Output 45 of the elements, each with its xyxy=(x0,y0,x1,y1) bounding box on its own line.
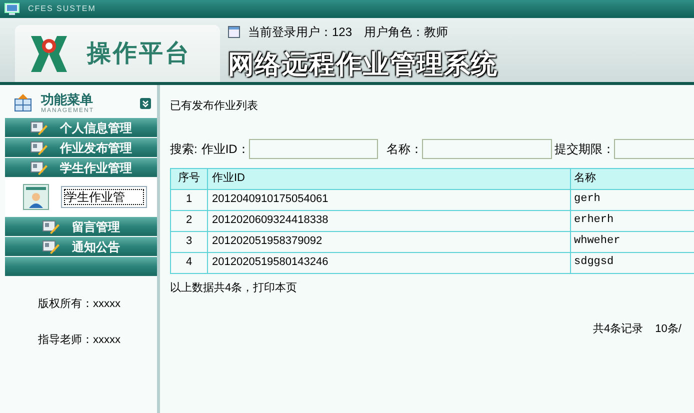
footer-text: 指导老师：xxxxx xyxy=(38,332,122,348)
search-label: 搜索: xyxy=(170,140,198,158)
menu-item[interactable]: 作业发布管理 xyxy=(5,138,157,157)
column-header: 序号 xyxy=(170,168,208,189)
footer-text: 版权所有：xxxxx xyxy=(38,297,122,312)
note-pencil-icon xyxy=(30,160,48,174)
table-cell: 2012020519580143246 xyxy=(208,252,570,273)
collapse-icon[interactable] xyxy=(140,98,151,108)
submenu-item[interactable]: 学生作业管 xyxy=(61,186,147,208)
note-pencil-icon xyxy=(30,140,48,154)
platform-title: 操作平台 xyxy=(87,38,191,68)
system-name: CFES SUSTEM xyxy=(28,3,96,15)
menu-item[interactable]: 学生作业管理 xyxy=(5,158,157,177)
note-pencil-icon xyxy=(30,120,48,134)
note-pencil-icon xyxy=(42,220,60,234)
column-header: 作业ID xyxy=(208,168,570,189)
window-icon xyxy=(228,26,240,38)
menu-title: 功能菜单 xyxy=(41,92,94,106)
current-user: 当前登录用户：123 xyxy=(248,24,352,41)
table-cell: 3 xyxy=(170,231,208,252)
table-cell: 2012040910175054061 xyxy=(208,189,570,210)
list-heading: 已有发布作业列表 xyxy=(170,99,258,114)
pager-text: 10条/ xyxy=(655,322,682,337)
menu-item[interactable]: 留言管理 xyxy=(5,217,157,236)
table-cell: 4 xyxy=(170,252,208,273)
table-cell: 1 xyxy=(170,189,208,210)
field-label: 名称： xyxy=(386,140,422,158)
field-label: 作业ID： xyxy=(201,140,250,158)
table-cell: 201202051958379092 xyxy=(208,231,570,252)
summary-text: 以上数据共4条，打印本页 xyxy=(170,280,298,296)
column-header: 名称 xyxy=(570,168,694,189)
menu-icon xyxy=(13,93,33,113)
menu-item[interactable]: 通知公告 xyxy=(5,237,157,256)
user-role: 用户角色：教师 xyxy=(364,24,448,41)
system-title: 网络远程作业管理系统 xyxy=(228,51,498,77)
user-card-icon xyxy=(23,184,49,210)
table-cell: 2012020609324418338 xyxy=(208,210,570,231)
monitor-icon xyxy=(4,3,20,15)
note-pencil-icon xyxy=(42,240,60,254)
table-cell: 2 xyxy=(170,210,208,231)
field-label: 提交期限： xyxy=(554,140,614,158)
input-field[interactable] xyxy=(422,138,552,158)
menu-item[interactable]: 个人信息管理 xyxy=(5,118,157,137)
pager-text: 共4条记录 xyxy=(593,322,644,337)
input-field[interactable] xyxy=(249,138,378,158)
